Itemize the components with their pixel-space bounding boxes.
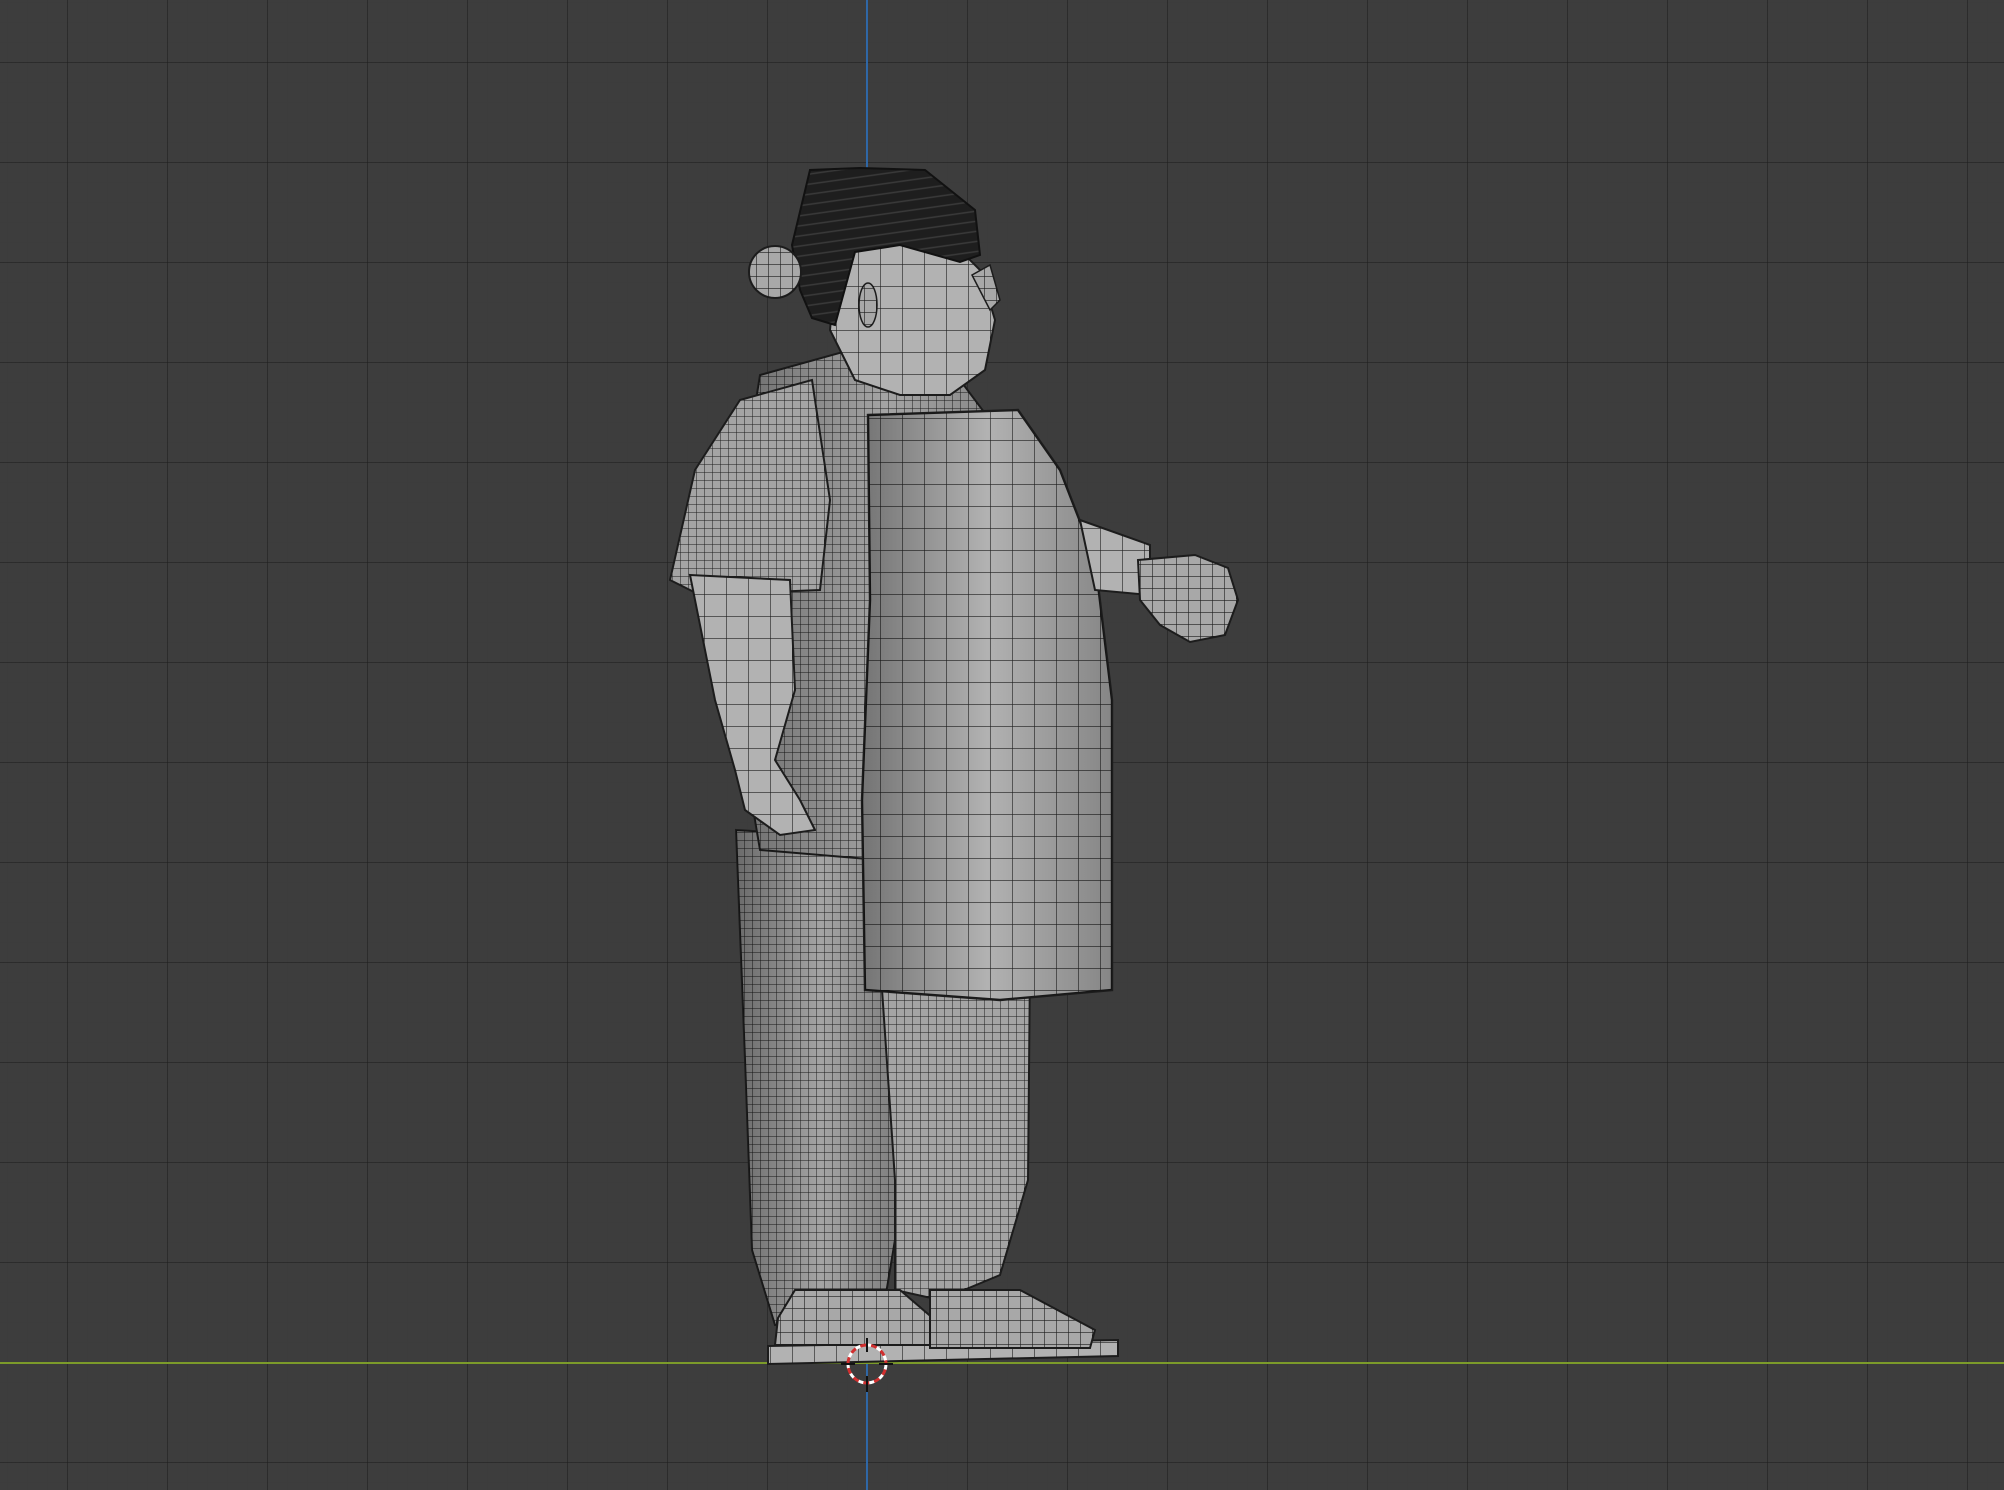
feet (773, 1289, 1097, 1349)
apron (860, 408, 1114, 1002)
front-leg (878, 958, 1032, 1302)
character-mesh[interactable] (0, 0, 2004, 1490)
sleeve (668, 378, 832, 597)
3d-viewport[interactable] (0, 0, 2004, 1490)
